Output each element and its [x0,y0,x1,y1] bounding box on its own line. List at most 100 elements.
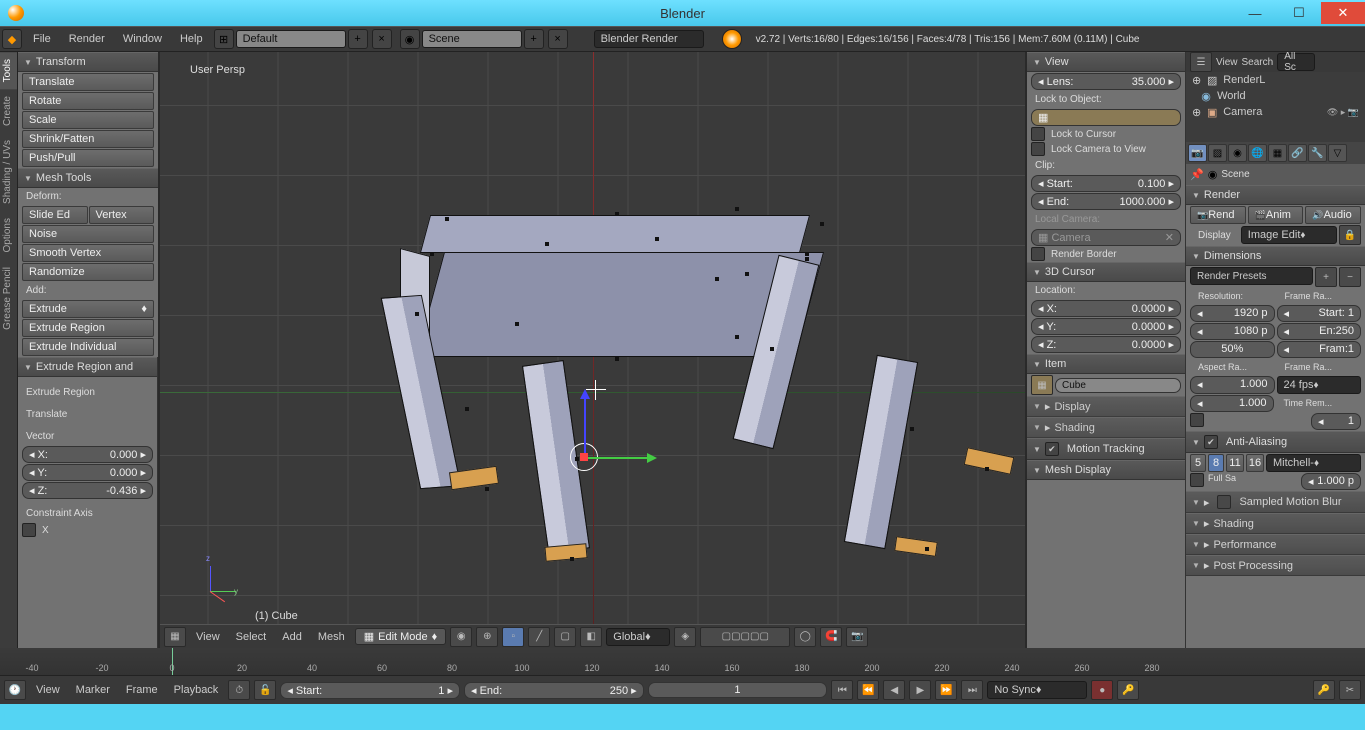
timeline-marker[interactable]: Marker [70,684,116,696]
keyframe-next-icon[interactable]: ⏩ [935,680,957,700]
tab-world-icon[interactable]: 🌐 [1248,144,1267,162]
panel-prop-shading[interactable]: ▸ Shading [1186,513,1365,534]
tab-grease-pencil[interactable]: Grease Pencil [0,260,17,337]
res-x-field[interactable]: 1920 p [1190,305,1275,322]
mode-selector[interactable]: ▦ Edit Mode ♦ [355,628,447,645]
keyframe-prev-icon[interactable]: ⏪ [857,680,879,700]
aa-16-button[interactable]: 16 [1246,454,1264,472]
tab-options[interactable]: Options [0,211,17,259]
tab-tools[interactable]: Tools [0,52,17,89]
outliner-view[interactable]: View [1216,57,1238,68]
play-icon[interactable]: ▶ [909,680,931,700]
frame-step-field[interactable]: Fram:1 [1277,341,1362,358]
render-button[interactable]: 📷Rend [1190,206,1246,224]
audio-button[interactable]: 🔊Audio [1305,206,1361,224]
key-insert-icon[interactable]: 🔑 [1313,680,1335,700]
slide-edge-button[interactable]: Slide Ed [22,206,88,224]
remap-field[interactable]: 1 [1311,413,1361,430]
translate-button[interactable]: Translate [22,73,154,91]
panel-post-processing[interactable]: ▸ Post Processing [1186,555,1365,576]
res-y-field[interactable]: 1080 p [1190,323,1275,340]
render-presets-field[interactable]: Render Presets [1190,267,1313,285]
vector-x-field[interactable]: X:0.000 [22,446,153,463]
lock-range-icon[interactable]: 🔓 [254,680,276,700]
outliner-filter[interactable]: All Sc [1277,53,1315,71]
outliner-type-icon[interactable]: ☰ [1190,52,1212,72]
pin-icon[interactable]: 📌 [1190,168,1204,181]
panel-anti-aliasing[interactable]: Anti-Aliasing [1186,431,1365,453]
filter-size-field[interactable]: 1.000 p [1301,473,1361,490]
lock-icon[interactable]: 🔒 [1339,225,1361,245]
add-preset-button[interactable]: + [1315,267,1337,287]
operator-title[interactable]: Extrude Region and [18,357,157,377]
menu-file[interactable]: File [24,33,60,45]
lock-object-field[interactable]: ▦ [1031,109,1181,126]
remove-preset-button[interactable]: − [1339,267,1361,287]
keying-set-icon[interactable]: 🔑 [1117,680,1139,700]
panel-transform[interactable]: Transform [18,52,158,72]
snap-icon[interactable]: 🧲 [820,627,842,647]
layer-icon[interactable]: ▢▢▢▢▢ [700,627,790,647]
auto-keyframe-icon[interactable]: ● [1091,680,1113,700]
vector-y-field[interactable]: Y:0.000 [22,464,153,481]
timeline-playback[interactable]: Playback [168,684,225,696]
camera-field[interactable]: ▦ Camera✕ [1031,229,1181,246]
vector-z-field[interactable]: Z:-0.436 [22,482,153,499]
timeline-frame[interactable]: Frame [120,684,164,696]
tab-object-icon[interactable]: ▦ [1268,144,1287,162]
end-frame-field[interactable]: End:250 [464,682,644,699]
add-scene-button[interactable]: + [524,29,544,49]
render-engine-field[interactable]: Blender Render [594,30,704,48]
panel-view[interactable]: View [1027,52,1185,72]
close-button[interactable]: ✕ [1321,2,1365,24]
lens-field[interactable]: Lens:35.000 [1031,73,1181,90]
end-frame-field[interactable]: En:250 [1277,323,1362,340]
panel-render[interactable]: Render [1186,185,1365,205]
pivot-icon[interactable]: ⊕ [476,627,498,647]
select-face-icon[interactable]: ▢ [554,627,576,647]
editor-type-icon[interactable]: ◆ [2,29,22,49]
tab-scene-icon[interactable]: ◉ [1228,144,1247,162]
tab-create[interactable]: Create [0,89,17,133]
add-layout-button[interactable]: + [348,29,368,49]
eye-icon[interactable]: 👁 ▸ 📷 [1327,107,1359,118]
start-frame-field[interactable]: Start: 1 [1277,305,1362,322]
timeline-ruler[interactable]: -40-200204060801001201401601802002202402… [0,648,1365,676]
cursor-z-field[interactable]: Z:0.0000 [1031,336,1181,353]
proportional-icon[interactable]: ◯ [794,627,816,647]
lock-cursor-checkbox[interactable] [1031,127,1045,141]
vertex-button[interactable]: Vertex [89,206,155,224]
jump-start-icon[interactable]: ⏮ [831,680,853,700]
res-pct-field[interactable]: 50% [1190,341,1275,358]
panel-display[interactable]: ▸ Display [1027,396,1185,417]
screen-layout-field[interactable]: Default [236,30,346,48]
panel-3d-cursor[interactable]: 3D Cursor [1027,262,1185,282]
select-edge-icon[interactable]: ╱ [528,627,550,647]
menu-window[interactable]: Window [114,33,171,45]
delete-scene-button[interactable]: × [548,29,568,49]
cursor-x-field[interactable]: X:0.0000 [1031,300,1181,317]
border-checkbox[interactable] [1190,413,1204,427]
tab-shading-uvs[interactable]: Shading / UVs [0,133,17,211]
anim-button[interactable]: 🎬Anim [1248,206,1304,224]
outliner-item[interactable]: ⊕▣Camera👁 ▸ 📷 [1186,104,1365,120]
timeline-view[interactable]: View [30,684,66,696]
current-frame-field[interactable]: 1 [648,682,828,698]
select-vertex-icon[interactable]: ▫ [502,627,524,647]
screen-layout-icon[interactable]: ⊞ [214,29,234,49]
sync-mode-field[interactable]: No Sync ♦ [987,681,1087,699]
clip-start-field[interactable]: Start:0.100 [1031,175,1181,192]
panel-sampled-motion-blur[interactable]: ▸ Sampled Motion Blur [1186,491,1365,513]
randomize-button[interactable]: Randomize [22,263,154,281]
display-mode-field[interactable]: Image Edit ♦ [1241,226,1337,244]
aa-5-button[interactable]: 5 [1190,454,1206,472]
jump-end-icon[interactable]: ⏭ [961,680,983,700]
panel-item[interactable]: Item [1027,354,1185,374]
tab-constraints-icon[interactable]: 🔗 [1288,144,1307,162]
key-delete-icon[interactable]: ✂ [1339,680,1361,700]
cursor-y-field[interactable]: Y:0.0000 [1031,318,1181,335]
tab-data-icon[interactable]: ▽ [1328,144,1347,162]
extrude-region-button[interactable]: Extrude Region [22,319,154,337]
render-border-checkbox[interactable] [1031,247,1045,261]
shading-mode-icon[interactable]: ◉ [450,627,472,647]
